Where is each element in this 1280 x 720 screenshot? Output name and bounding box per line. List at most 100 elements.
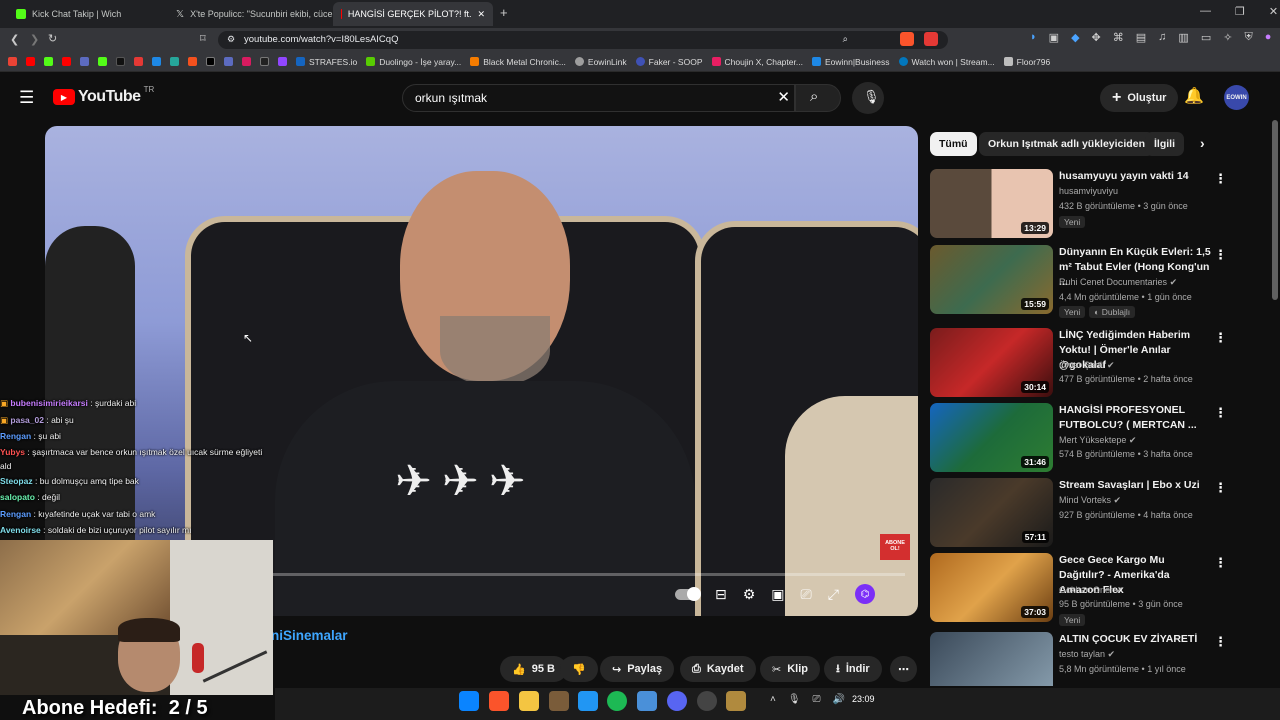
url-bar[interactable]: ⚙ youtube.com/watch?v=I80LesAICqQ ⌕ [218,31,948,49]
video-thumbnail[interactable]: 13:29 [930,169,1053,238]
puzzle-icon[interactable]: ✥ [1092,31,1101,44]
youtube-icon[interactable] [26,57,35,66]
bookmark-icon[interactable]: ⌑ [200,32,206,45]
close-window-icon[interactable]: ✕ [1269,5,1278,18]
bookmark-icon[interactable] [224,57,233,66]
video-thumbnail[interactable]: 15:59 [930,245,1053,314]
twitch-icon[interactable] [278,57,287,66]
tab-kick-chat[interactable]: Kick Chat Takip | Wich [8,2,168,26]
bookmark-icon[interactable] [188,57,197,66]
network-icon[interactable]: ⎚ [813,694,821,705]
minimize-icon[interactable]: — [1200,5,1211,18]
reload-icon[interactable]: ↻ [48,32,57,45]
extension-icon[interactable]: ▤ [1136,31,1146,44]
bookmark-icon[interactable] [170,57,179,66]
tab-x[interactable]: 𝕏 X'te Populicc: "Sucunbiri ekibi, cücel… [168,2,333,26]
extension-icon[interactable]: ◗ [1030,31,1037,44]
zoom-icon[interactable]: ⌕ [843,34,848,45]
x-icon[interactable] [206,57,215,66]
extension-overlay-icon[interactable]: ⌬ [854,584,875,604]
list-item[interactable]: ALTIN ÇOCUK EV ZİYARETİ testo taylan ✔ 5… [930,632,1270,686]
clear-search-icon[interactable]: ✕ [777,88,790,106]
bookmark-icon[interactable] [134,57,143,66]
more-vertical-icon[interactable]: ⋮ [1214,247,1227,263]
channel-row[interactable]: Ruhi Cenet Documentaries ✔ [1059,277,1177,288]
windows-start-icon[interactable] [459,691,479,711]
subscribe-watermark[interactable]: ABONE OL! [880,534,910,560]
voice-search-button[interactable]: 🎙 [852,82,884,114]
dislike-button[interactable]: 👎 [560,656,598,682]
forward-icon[interactable]: ❯ [30,33,39,46]
chip-related[interactable]: İlgili [1145,132,1184,156]
channel-row[interactable]: testo taylan ✔ [1059,649,1115,660]
list-item[interactable]: 13:29 husamyuyu yayın vakti 14 husamviyu… [930,169,1270,239]
brave-shield-icon[interactable] [900,32,914,46]
avatar[interactable]: EOWIN [1224,85,1249,110]
tiktok-icon[interactable] [116,57,125,66]
list-item[interactable]: 15:59 Dünyanın En Küçük Evleri: 1,5 m² T… [930,245,1270,318]
extension-icon[interactable]: ◆ [1071,31,1079,44]
taskbar-app-icon[interactable] [697,691,717,711]
bookmark-item[interactable]: Choujin X, Chapter... [711,57,803,67]
more-actions-button[interactable]: ⋯ [890,656,917,682]
microphone-tray-icon[interactable]: 🎙 [788,694,801,705]
brave-rewards-icon[interactable] [924,32,938,46]
autoplay-toggle[interactable] [675,586,701,601]
chip-all[interactable]: Tümü [930,132,977,156]
extension-icon[interactable]: ⌘ [1113,31,1124,44]
site-info-icon[interactable]: ⚙ [227,34,235,45]
list-item[interactable]: 30:14 LİNÇ Yediğimden Haberim Yoktu! | Ö… [930,328,1270,398]
bookmark-item[interactable]: Duolingo - İşe yaray... [366,57,461,67]
page-scrollbar[interactable] [1272,120,1278,300]
video-title[interactable]: HANGİSİ PROFESYONEL FUTBOLCU? ( MERTCAN … [1059,403,1211,433]
channel-row[interactable]: Gokhan Oner ✔ [1059,585,1123,596]
video-title[interactable]: husamyuyu yayın vakti 14 [1059,169,1211,184]
bookmark-item[interactable]: EowinLink [574,57,627,67]
channel-row[interactable]: Mert Yüksektepe ✔ [1059,435,1136,446]
list-item[interactable]: 31:46 HANGİSİ PROFESYONEL FUTBOLCU? ( ME… [930,403,1270,473]
fullscreen-icon[interactable]: ⤢ [828,586,839,603]
brave-taskbar-icon[interactable] [489,691,509,711]
chevron-right-icon[interactable]: › [1200,135,1205,151]
youtube-icon[interactable] [62,57,71,66]
leo-icon[interactable]: ✧ [1223,31,1232,44]
taskbar-app-icon[interactable] [637,691,657,711]
bookmark-icon[interactable] [80,57,89,66]
settings-gear-icon[interactable]: ⚙ [743,586,756,603]
list-item[interactable]: 57:11 Stream Savaşları | Ebo x Uzi Mind … [930,478,1270,548]
hamburger-menu-icon[interactable]: ☰ [19,88,34,108]
taskbar-clock[interactable]: 23:09 [852,694,875,704]
chip-from-uploader[interactable]: Orkun Işıtmak adlı yükleyiciden [979,132,1154,156]
tray-chevron-icon[interactable]: ˄ [770,694,776,705]
more-vertical-icon[interactable]: ⋮ [1214,634,1227,650]
wallet-icon[interactable]: ▭ [1201,31,1211,44]
bookmark-icon[interactable] [260,57,269,66]
kick-icon[interactable] [44,57,53,66]
extension-icon[interactable]: ▣ [1049,31,1059,44]
music-icon[interactable]: ♫ [1158,31,1166,44]
taskbar-app-icon[interactable] [726,691,746,711]
instagram-icon[interactable] [242,57,251,66]
bookmark-item[interactable]: Watch won | Stream... [898,57,995,67]
search-button[interactable]: ⌕ [795,84,841,112]
clip-button[interactable]: ✂ Klip [760,656,820,682]
close-tab-icon[interactable]: ✕ [477,9,485,20]
taskbar-app-icon[interactable] [578,691,598,711]
more-vertical-icon[interactable]: ⋮ [1214,555,1227,571]
channel-row[interactable]: Mind Vorteks ✔ [1059,495,1121,506]
more-vertical-icon[interactable]: ⋮ [1214,405,1227,421]
youtube-logo[interactable]: ▶ YouTube TR [53,85,154,106]
back-icon[interactable]: ❮ [10,33,19,46]
sidebar-icon[interactable]: ▥ [1178,31,1188,44]
channel-row[interactable]: Ömer Şanlı ✔ [1059,360,1115,371]
new-tab-button[interactable]: + [500,5,508,20]
bookmark-item[interactable]: Floor796 [1003,57,1050,67]
share-button[interactable]: ↪ Paylaş [600,656,675,682]
maximize-icon[interactable]: ❐ [1235,5,1245,18]
channel-name[interactable]: niSinemalar [271,628,348,643]
bookmark-icon[interactable] [98,57,107,66]
spotify-icon[interactable] [607,691,627,711]
more-vertical-icon[interactable]: ⋮ [1214,171,1227,187]
more-vertical-icon[interactable]: ⋮ [1214,330,1227,346]
save-button[interactable]: ⎙ Kaydet [680,656,756,682]
